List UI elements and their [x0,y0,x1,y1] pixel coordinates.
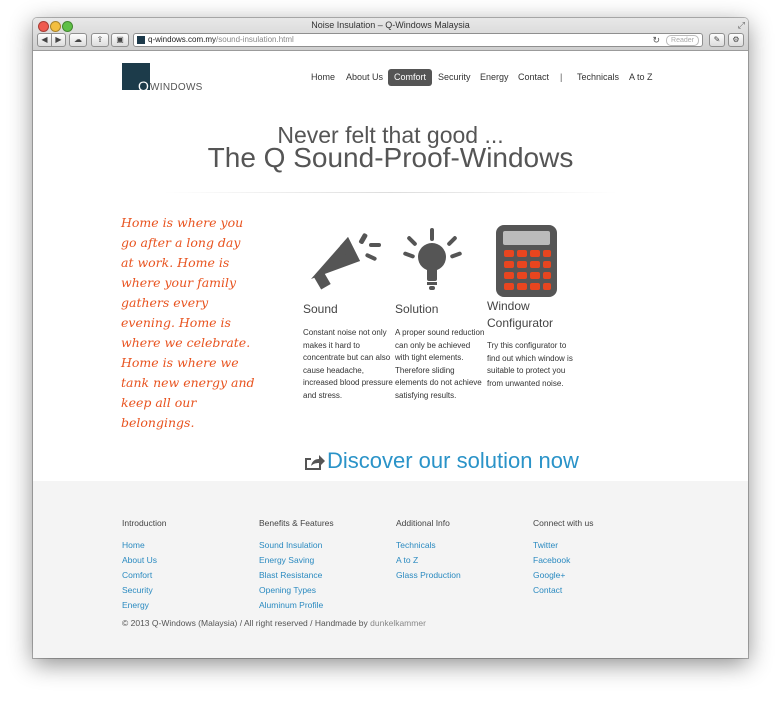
nav-contact[interactable]: Contact [518,69,549,86]
feature-configurator: Window Configurator Try this configurato… [487,211,577,390]
nav-about-us[interactable]: About Us [346,69,383,86]
handwritten-quote: Home is where you go after a long day at… [121,215,255,430]
feature-title[interactable]: Window Configurator [487,298,567,332]
fullscreen-icon[interactable]: ⤢ [738,20,745,31]
feature-title: Solution [395,302,439,316]
divider [163,192,618,193]
footer-link-security[interactable]: Security [122,583,252,598]
url-text[interactable]: q-windows.com.my/sound-insulation.html [148,34,294,46]
footer-link-home[interactable]: Home [122,538,252,553]
footer: Introduction Home About Us Comfort Secur… [33,481,748,658]
nav-separator: | [560,72,563,82]
footer-heading: Connect with us [533,518,594,528]
share-icon: ⇪ [96,35,104,44]
nav-energy[interactable]: Energy [480,69,509,86]
credit-link[interactable]: dunkelkammer [370,618,426,628]
footer-column-benefits: Benefits & Features Sound Insulation Ene… [259,518,389,613]
feature-text: Try this configurator to find out which … [487,341,573,388]
copyright: © 2013 Q-Windows (Malaysia) / All right … [122,618,426,628]
address-bar[interactable]: q-windows.com.my/sound-insulation.html ↻… [133,33,703,47]
footer-link-contact[interactable]: Contact [533,583,663,598]
share-arrow-icon[interactable] [303,453,325,471]
footer-link-facebook[interactable]: Facebook [533,553,663,568]
window-title: Noise Insulation – Q-Windows Malaysia [311,20,470,30]
calculator-icon [487,211,577,298]
back-arrow-icon: ◀ [41,35,48,44]
footer-link-energy-saving[interactable]: Energy Saving [259,553,389,568]
feature-solution: Solution A proper sound reduction can on… [395,211,485,402]
footer-link-opening-types[interactable]: Opening Types [259,583,389,598]
url-path: /sound-insulation.html [216,35,294,44]
footer-link-google-plus[interactable]: Google+ [533,568,663,583]
footer-link-twitter[interactable]: Twitter [533,538,663,553]
footer-column-connect: Connect with us Twitter Facebook Google+… [533,518,663,598]
gear-button[interactable]: ⚙ [728,33,744,47]
nav-security[interactable]: Security [438,69,471,86]
lightbulb-icon [395,211,485,301]
footer-link-glass-production[interactable]: Glass Production [396,568,526,583]
footer-link-comfort[interactable]: Comfort [122,568,252,583]
forward-button[interactable]: ▶ [51,33,66,47]
copyright-text: © 2013 Q-Windows (Malaysia) / All right … [122,618,368,628]
footer-link-sound-insulation[interactable]: Sound Insulation [259,538,389,553]
logo-text[interactable]: WINDOWS [150,82,203,93]
nav-home[interactable]: Home [311,69,335,86]
nav-comfort[interactable]: Comfort [388,69,433,86]
footer-link-a-to-z[interactable]: A to Z [396,553,526,568]
feature-text: A proper sound reduction can only be ach… [395,328,485,400]
reload-icon[interactable]: ↻ [652,34,660,46]
nav-technicals[interactable]: Technicals [577,69,619,86]
cloud-icon: ☁ [74,35,82,44]
footer-link-technicals[interactable]: Technicals [396,538,526,553]
footer-heading: Benefits & Features [259,518,334,528]
footer-heading: Additional Info [396,518,450,528]
reading-list-icon: ▣ [116,35,124,44]
icloud-tabs-button[interactable]: ☁ [69,33,87,47]
browser-toolbar: Noise Insulation – Q-Windows Malaysia ⤢ … [33,18,748,51]
gear-icon: ⚙ [732,35,740,44]
reading-list-button[interactable]: ▣ [111,33,129,47]
back-button[interactable]: ◀ [37,33,52,47]
megaphone-icon [303,211,393,301]
wrench-icon: ✎ [713,35,721,44]
footer-link-energy[interactable]: Energy [122,598,252,613]
logo-mark[interactable]: Q [138,78,149,94]
browser-window: Noise Insulation – Q-Windows Malaysia ⤢ … [33,18,748,658]
site-favicon-icon [137,36,145,44]
reader-button[interactable]: Reader [666,35,699,46]
footer-link-blast-resistance[interactable]: Blast Resistance [259,568,389,583]
settings-wrench-button[interactable]: ✎ [709,33,725,47]
forward-arrow-icon: ▶ [55,35,62,44]
feature-text: Constant noise not only makes it hard to… [303,328,393,400]
footer-link-aluminum-profile[interactable]: Aluminum Profile [259,598,389,613]
share-button[interactable]: ⇪ [91,33,109,47]
footer-heading: Introduction [122,518,167,528]
hero-line-2: The Q Sound-Proof-Windows [207,142,574,173]
nav-a-to-z[interactable]: A to Z [629,69,653,86]
discover-solution-link[interactable]: Discover our solution now [327,448,579,474]
feature-title: Sound [303,302,338,316]
footer-link-about-us[interactable]: About Us [122,553,252,568]
footer-column-additional-info: Additional Info Technicals A to Z Glass … [396,518,526,583]
feature-sound: Sound Constant noise not only makes it h… [303,211,393,402]
webpage: Q WINDOWS Home About Us Comfort Security… [33,51,748,658]
url-domain: q-windows.com.my [148,35,217,44]
footer-column-introduction: Introduction Home About Us Comfort Secur… [122,518,252,613]
